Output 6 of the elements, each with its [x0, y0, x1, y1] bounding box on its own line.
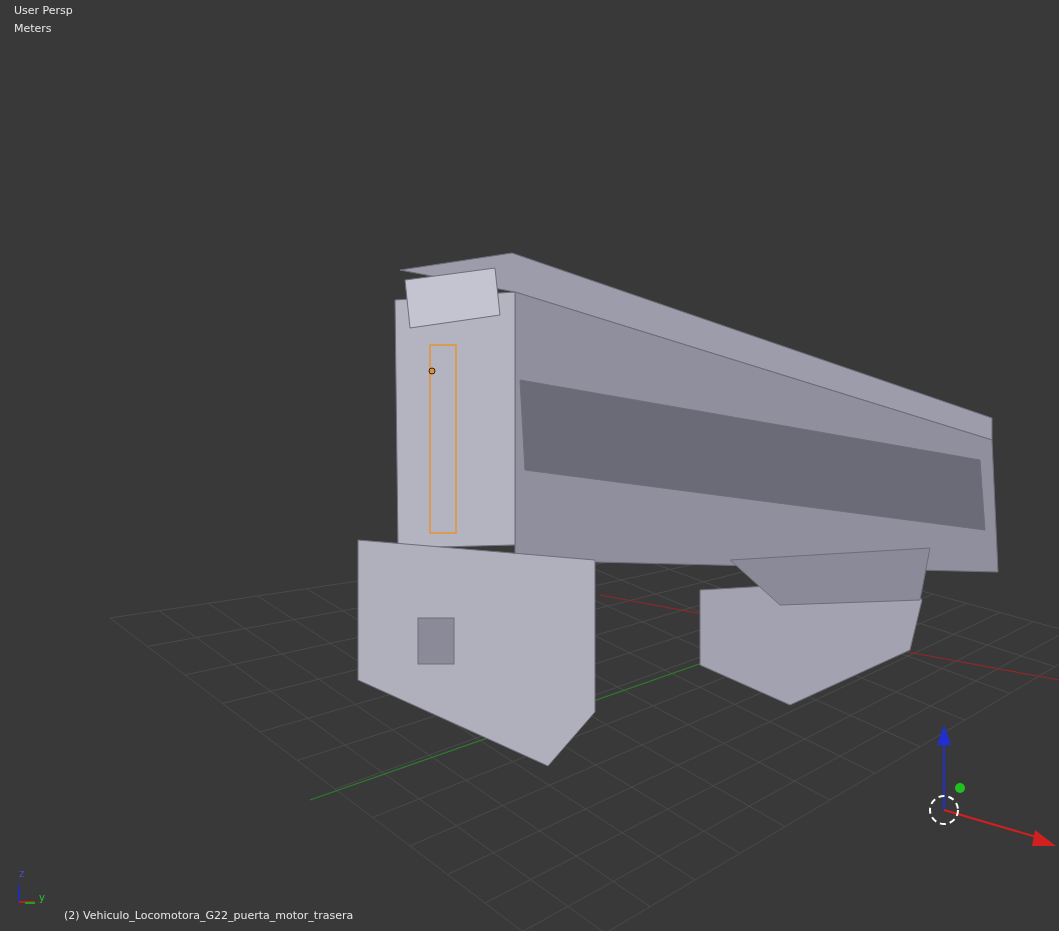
view-name: User Persp — [14, 4, 73, 17]
axis-icon — [17, 884, 37, 904]
y-axis-label: y — [39, 892, 45, 903]
object-label: (2) Vehiculo_Locomotora_G22_puerta_motor_trasera — [64, 909, 354, 922]
z-axis-label: z — [19, 868, 25, 879]
units-label: Meters — [14, 22, 53, 35]
